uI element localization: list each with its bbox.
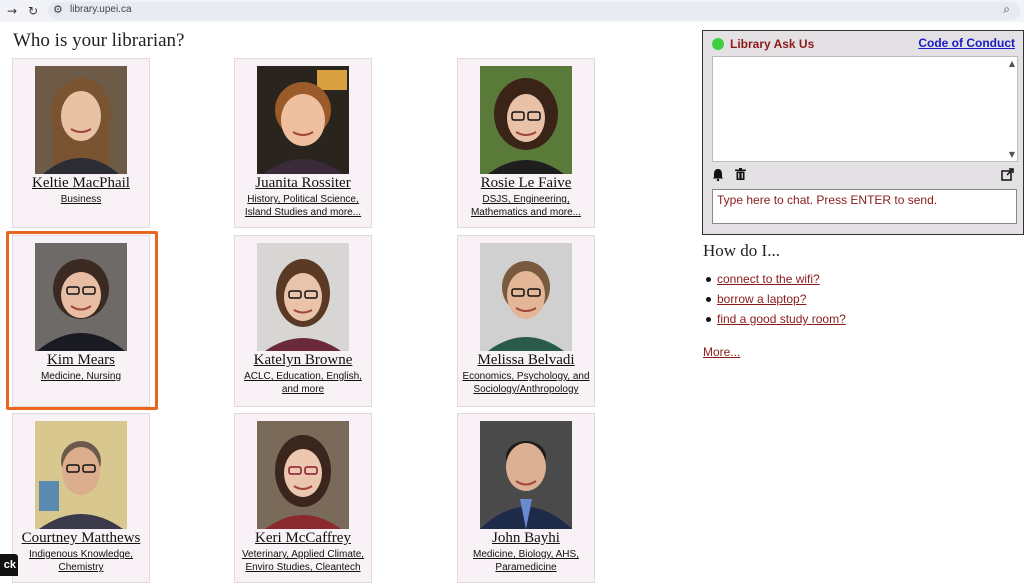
librarian-card[interactable]: Katelyn Browne ACLC, Education, English,… (234, 235, 372, 407)
trash-icon[interactable] (735, 168, 746, 183)
librarian-photo (480, 66, 572, 174)
howdo-heading: How do I... (703, 241, 780, 260)
librarian-photo (257, 243, 349, 351)
librarian-subjects[interactable]: Business (17, 193, 145, 206)
librarian-name[interactable]: Rosie Le Faive (458, 175, 594, 192)
zoom-icon[interactable]: ⌕ (1003, 2, 1010, 17)
librarian-photo (257, 421, 349, 529)
url-text: library.upei.ca (70, 4, 132, 15)
browser-toolbar: → ↻ ⚙ library.upei.ca ⌕ (0, 0, 1024, 22)
librarian-name[interactable]: Keri McCaffrey (235, 530, 371, 547)
librarian-name[interactable]: Keltie MacPhail (13, 175, 149, 192)
librarian-card[interactable]: Juanita Rossiter History, Political Scie… (234, 58, 372, 228)
librarian-card[interactable]: Melissa Belvadi Economics, Psychology, a… (457, 235, 595, 407)
site-settings-icon[interactable]: ⚙ (53, 3, 63, 16)
librarian-subjects[interactable]: ACLC, Education, English, and more (239, 370, 367, 396)
code-of-conduct-link[interactable]: Code of Conduct (918, 36, 1015, 50)
librarian-card[interactable]: John Bayhi Medicine, Biology, AHS, Parame… (457, 413, 595, 583)
librarian-name[interactable]: Katelyn Browne (235, 352, 371, 369)
chat-log[interactable]: ▲ ▼ (712, 56, 1018, 162)
librarian-name[interactable]: Courtney Matthews (13, 530, 149, 547)
feedback-tab[interactable]: ck (0, 554, 18, 576)
librarian-subjects[interactable]: Economics, Psychology, and Sociology/Anth… (462, 370, 590, 396)
scroll-up-icon[interactable]: ▲ (1009, 59, 1015, 68)
status-indicator (712, 38, 724, 50)
howdo-link-study-room[interactable]: find a good study room? (703, 312, 846, 332)
chat-widget: Library Ask Us Code of Conduct ▲ ▼ Type … (702, 30, 1024, 235)
librarian-photo (35, 421, 127, 529)
librarian-name[interactable]: John Bayhi (458, 530, 594, 547)
librarian-card[interactable]: Keri McCaffrey Veterinary, Applied Clima… (234, 413, 372, 583)
librarian-subjects[interactable]: Medicine, Biology, AHS, Paramedicine (462, 548, 590, 574)
librarian-card[interactable]: Rosie Le Faive DSJS, Engineering, Mathema… (457, 58, 595, 228)
page-title: Who is your librarian? (13, 30, 185, 51)
librarian-name[interactable]: Juanita Rossiter (235, 175, 371, 192)
librarian-photo (480, 421, 572, 529)
librarian-subjects[interactable]: Veterinary, Applied Climate, Enviro Studi… (239, 548, 367, 574)
chat-title: Library Ask Us (730, 37, 815, 51)
forward-arrow-icon[interactable]: → (4, 3, 20, 19)
librarian-subjects[interactable]: Indigenous Knowledge, Chemistry (17, 548, 145, 574)
librarian-name[interactable]: Melissa Belvadi (458, 352, 594, 369)
librarian-photo (35, 66, 127, 174)
librarian-subjects[interactable]: History, Political Science, Island Studie… (239, 193, 367, 219)
howdo-list: connect to the wifi? borrow a laptop? fi… (703, 272, 846, 332)
howdo-link-laptop[interactable]: borrow a laptop? (703, 292, 846, 312)
reload-icon[interactable]: ↻ (25, 3, 41, 19)
selection-highlight (6, 231, 158, 410)
scroll-down-icon[interactable]: ▼ (1009, 150, 1015, 159)
bell-icon[interactable] (712, 168, 724, 184)
chat-input[interactable]: Type here to chat. Press ENTER to send. (712, 189, 1017, 224)
librarian-subjects[interactable]: DSJS, Engineering, Mathematics and more..… (462, 193, 590, 219)
librarian-card[interactable]: Courtney Matthews Indigenous Knowledge, C… (12, 413, 150, 583)
librarian-photo (257, 66, 349, 174)
librarian-card[interactable]: Keltie MacPhail Business (12, 58, 150, 228)
address-bar[interactable]: ⚙ library.upei.ca ⌕ (48, 2, 1020, 20)
librarian-photo (480, 243, 572, 351)
more-link[interactable]: More... (703, 345, 740, 359)
popout-icon[interactable] (1001, 168, 1014, 184)
howdo-link-wifi[interactable]: connect to the wifi? (703, 272, 846, 292)
